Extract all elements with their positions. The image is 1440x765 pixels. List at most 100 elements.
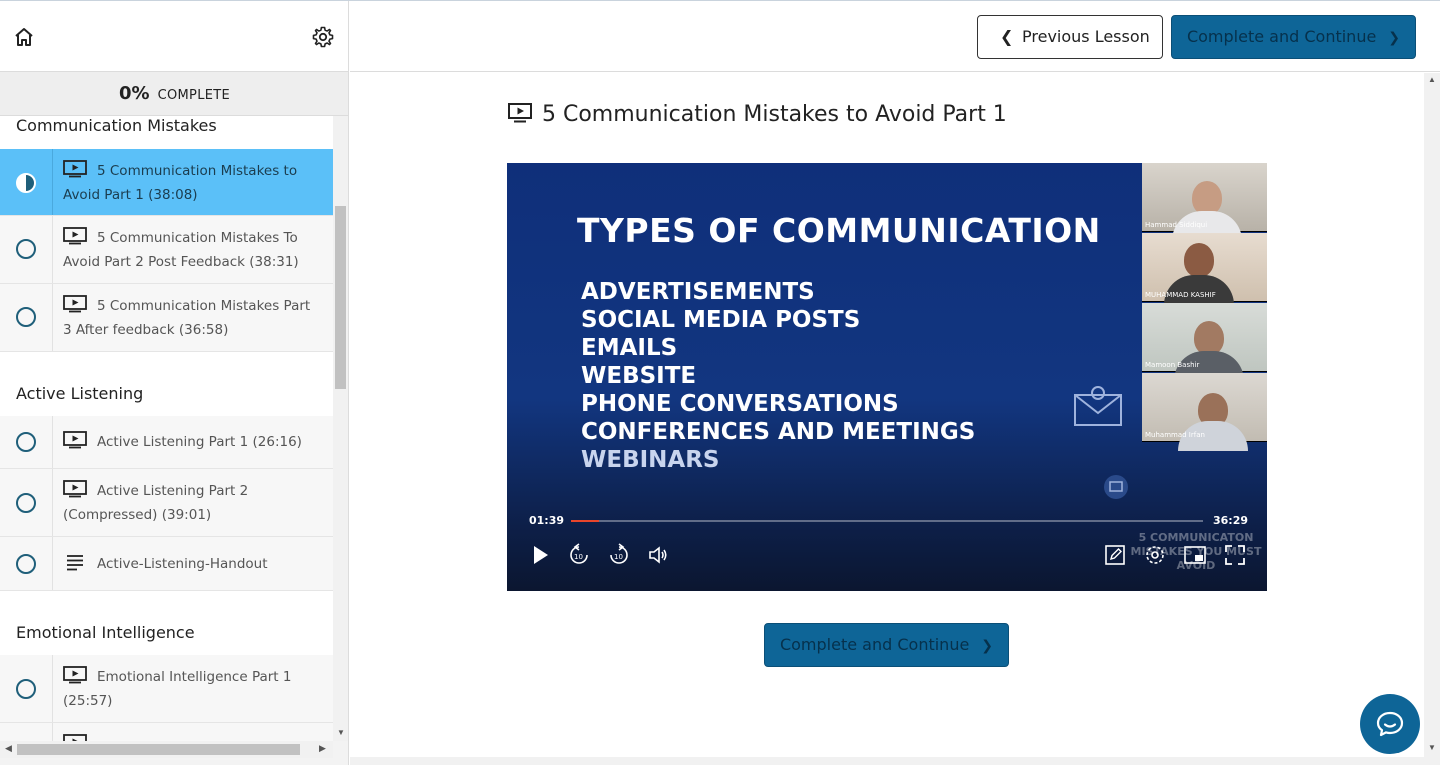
slide-item: ADVERTISEMENTS <box>581 279 815 305</box>
section-title: Communication Mistakes <box>0 116 333 149</box>
slide-item: CONFERENCES AND MEETINGS <box>581 419 976 445</box>
slide-list: ADVERTISEMENTS SOCIAL MEDIA POSTS EMAILS… <box>581 278 975 474</box>
participant-name: Mamoon Bashir <box>1145 361 1200 369</box>
lesson-status <box>0 149 53 215</box>
scroll-right-arrow[interactable]: ▶ <box>319 743 326 754</box>
scroll-up-arrow[interactable]: ▲ <box>1428 75 1436 84</box>
chevron-right-icon: ❯ <box>981 638 994 654</box>
fullscreen-icon[interactable] <box>1223 543 1247 567</box>
play-icon[interactable] <box>528 543 552 567</box>
lesson-item[interactable]: 5 Communication Mistakes To Avoid Part 2… <box>0 216 333 284</box>
participant-body <box>1164 275 1234 305</box>
notes-edit-icon[interactable] <box>1103 543 1127 567</box>
lesson-item[interactable]: Emotional Intelligence Part 1 (25:57) <box>0 655 333 723</box>
lesson-label: Emotional Intelligence Part 1 (25:57) <box>63 669 292 709</box>
video-lesson-icon <box>63 666 87 684</box>
participant-tile: MUHAMMAD KASHIF <box>1142 233 1267 305</box>
slide-item: SOCIAL MEDIA POSTS <box>581 307 861 333</box>
participant-face <box>1192 181 1222 215</box>
chevron-left-icon: ❮ <box>1000 27 1014 46</box>
scrollbar-thumb[interactable] <box>335 206 346 389</box>
complete-and-continue-button-bottom[interactable]: Complete and Continue ❯ <box>764 623 1009 667</box>
empty-circle-icon <box>16 554 36 574</box>
course-progress: 0% COMPLETE <box>0 72 348 116</box>
complete-label: Complete and Continue <box>779 635 970 654</box>
picture-in-picture-icon[interactable] <box>1183 543 1207 567</box>
participant-name: Hammad Siddiqui <box>1145 221 1208 229</box>
svg-text:10: 10 <box>574 553 583 561</box>
previous-lesson-label: Previous Lesson <box>1022 27 1150 46</box>
empty-circle-icon <box>16 432 36 452</box>
video-duration: 36:29 <box>1213 514 1249 527</box>
gear-icon[interactable] <box>311 25 335 49</box>
scroll-left-arrow[interactable]: ◀ <box>5 743 12 754</box>
lesson-item-partial[interactable] <box>0 723 333 741</box>
empty-circle-icon <box>16 307 36 327</box>
lesson-status <box>0 723 53 741</box>
forward-10-icon[interactable]: 10 <box>607 543 631 567</box>
sidebar-horizontal-scrollbar[interactable]: ◀ ▶ <box>0 741 333 758</box>
video-lesson-icon <box>508 103 532 123</box>
scroll-down-arrow[interactable]: ▼ <box>337 728 345 737</box>
half-circle-icon <box>16 173 36 193</box>
page-horizontal-scrollbar[interactable] <box>350 757 1440 765</box>
video-lesson-icon <box>63 431 87 449</box>
settings-icon[interactable] <box>1143 543 1167 567</box>
slide-item: WEBSITE <box>581 363 697 389</box>
lesson-item[interactable]: Active-Listening-Handout <box>0 537 333 591</box>
lesson-title-text: 5 Communication Mistakes to Avoid Part 1 <box>542 102 1007 127</box>
current-time: 01:39 <box>529 514 565 527</box>
participant-name: MUHAMMAD KASHIF <box>1145 291 1216 299</box>
chat-icon <box>1376 711 1404 737</box>
participant-panel: Hammad Siddiqui MUHAMMAD KASHIF Mamoon B… <box>1142 163 1267 451</box>
rewind-10-icon[interactable]: 10 <box>567 543 591 567</box>
volume-icon[interactable] <box>646 543 670 567</box>
lesson-title: 5 Communication Mistakes to Avoid Part 1 <box>508 100 1007 130</box>
video-player[interactable]: TYPES OF COMMUNICATION ADVERTISEMENTS SO… <box>507 163 1267 591</box>
svg-text:10: 10 <box>614 553 623 561</box>
lesson-item[interactable]: 5 Communication Mistakes Part 3 After fe… <box>0 284 333 352</box>
mail-circle-icon <box>1104 475 1128 499</box>
course-sidebar: 0% COMPLETE Communication Mistakes 5 Com… <box>0 1 349 765</box>
participant-face <box>1194 321 1224 355</box>
sidebar-header <box>0 1 348 72</box>
lesson-status <box>0 655 53 722</box>
previous-lesson-button[interactable]: ❮ Previous Lesson <box>977 15 1163 59</box>
chat-launcher-button[interactable] <box>1360 694 1420 754</box>
lesson-label: 5 Communication Mistakes Part 3 After fe… <box>63 298 311 338</box>
scrollbar-thumb[interactable] <box>17 744 300 755</box>
progress-percent: 0% <box>118 83 150 104</box>
seek-bar-progress <box>571 520 600 522</box>
lesson-list: Communication Mistakes 5 Communication M… <box>0 116 333 741</box>
section-title: Emotional Intelligence <box>0 591 333 655</box>
home-icon[interactable] <box>12 25 36 49</box>
lesson-item[interactable]: Active Listening Part 2 (Compressed) (39… <box>0 469 333 537</box>
lesson-status <box>0 416 53 468</box>
lesson-label: Active Listening Part 2 (Compressed) (39… <box>63 483 249 523</box>
scroll-down-arrow[interactable]: ▼ <box>1428 743 1436 752</box>
lesson-status <box>0 537 53 590</box>
participant-name: Muhammad Irfan <box>1145 431 1205 439</box>
sidebar-vertical-scrollbar[interactable]: ▼ <box>333 116 348 741</box>
lesson-label: 5 Communication Mistakes to Avoid Part 1… <box>63 163 298 203</box>
empty-circle-icon <box>16 239 36 259</box>
video-seek-bar[interactable] <box>571 520 1203 522</box>
lesson-label: Active Listening Part 1 (26:16) <box>97 434 302 450</box>
envelope-icon <box>1074 386 1122 426</box>
participant-face <box>1184 243 1214 277</box>
page-vertical-scrollbar[interactable]: ▲ ▼ <box>1424 73 1440 757</box>
progress-label: COMPLETE <box>157 88 231 103</box>
participant-tile: Mamoon Bashir <box>1142 303 1267 381</box>
video-lesson-icon <box>63 480 87 498</box>
chevron-right-icon: ❯ <box>1388 30 1401 46</box>
empty-circle-icon <box>16 493 36 513</box>
lesson-label: Active-Listening-Handout <box>97 556 268 572</box>
video-lesson-icon <box>63 295 87 313</box>
lesson-status <box>0 284 53 351</box>
lesson-item[interactable]: 5 Communication Mistakes to Avoid Part 1… <box>0 149 333 216</box>
video-lesson-icon <box>63 227 87 245</box>
lesson-item[interactable]: Active Listening Part 1 (26:16) <box>0 416 333 469</box>
slide-title: TYPES OF COMMUNICATION <box>577 211 1101 250</box>
complete-label: Complete and Continue <box>1186 27 1377 46</box>
complete-and-continue-button[interactable]: Complete and Continue ❯ <box>1171 15 1416 59</box>
